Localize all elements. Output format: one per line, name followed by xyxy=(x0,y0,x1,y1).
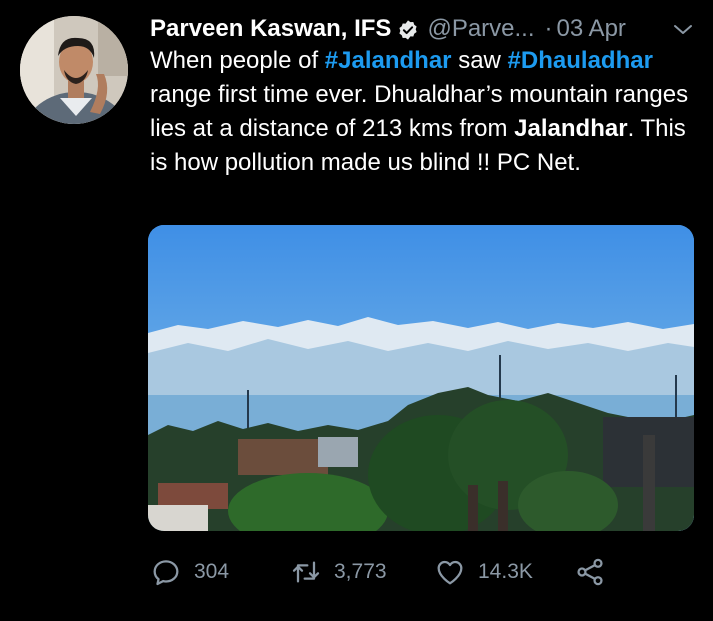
hashtag-link[interactable]: #Jalandhar xyxy=(325,47,452,74)
share-icon xyxy=(574,556,606,588)
verified-badge-icon xyxy=(397,18,419,40)
heart-icon xyxy=(434,556,466,588)
reply-icon xyxy=(150,556,182,588)
user-handle[interactable]: @Parve... xyxy=(427,13,534,45)
retweet-button[interactable]: 3,773 xyxy=(290,556,387,588)
like-count: 14.3K xyxy=(478,560,533,583)
tweet-date[interactable]: 03 Apr xyxy=(557,13,626,45)
share-button[interactable] xyxy=(574,556,606,588)
like-button[interactable]: 14.3K xyxy=(434,556,533,588)
tweet: Parveen Kaswan, IFS @Parve... · 03 Apr W… xyxy=(0,0,713,621)
display-name[interactable]: Parveen Kaswan, IFS xyxy=(150,13,391,45)
retweet-count: 3,773 xyxy=(334,560,387,583)
text-segment-bold: Jalandhar xyxy=(514,115,628,142)
tweet-text: When people of #Jalandhar saw #Dhauladha… xyxy=(150,44,695,180)
text-segment: saw xyxy=(451,47,508,74)
reply-count: 304 xyxy=(194,560,230,583)
avatar[interactable] xyxy=(20,16,128,124)
chevron-down-icon[interactable] xyxy=(671,17,695,41)
reply-button[interactable]: 304 xyxy=(150,556,229,588)
tweet-actions: 304 3,773 14.3K xyxy=(150,552,695,592)
tweet-photo[interactable] xyxy=(148,225,694,531)
hashtag-link[interactable]: #Dhauladhar xyxy=(508,47,653,74)
separator-dot: · xyxy=(544,15,553,42)
tweet-header: Parveen Kaswan, IFS @Parve... · 03 Apr xyxy=(150,13,695,45)
text-segment: When people of xyxy=(150,47,325,74)
retweet-icon xyxy=(290,556,322,588)
